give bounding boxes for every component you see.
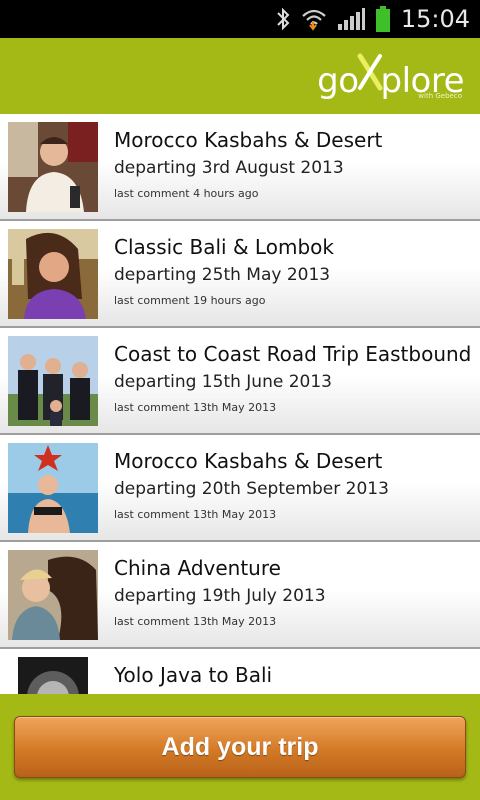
- footer-bar: Add your trip: [0, 694, 480, 800]
- trip-last-comment: last comment 19 hours ago: [114, 294, 266, 307]
- trip-thumbnail: [18, 657, 88, 694]
- trip-title: Yolo Java to Bali: [114, 663, 273, 687]
- app-logo: go plore with Gebeco: [317, 52, 465, 102]
- battery-icon: [375, 5, 391, 33]
- trip-last-comment: last comment 13th May 2013: [114, 401, 277, 414]
- status-bar: 15:04: [0, 0, 480, 38]
- logo-x-icon: [357, 52, 383, 92]
- trip-list-item[interactable]: Yolo Java to Bali: [0, 649, 480, 694]
- trip-thumbnail: [8, 443, 98, 533]
- trip-list-item[interactable]: Classic Bali & Lombok departing 25th May…: [0, 221, 480, 328]
- trip-title: China Adventure: [114, 556, 281, 580]
- status-time: 15:04: [400, 5, 470, 33]
- trip-departing: departing 25th May 2013: [114, 265, 331, 285]
- trip-departing: departing 3rd August 2013: [114, 158, 344, 178]
- trip-last-comment: last comment 13th May 2013: [114, 615, 277, 628]
- trip-list-item[interactable]: Morocco Kasbahs & Desert departing 20th …: [0, 435, 480, 542]
- trip-list-item[interactable]: Coast to Coast Road Trip Eastbound depar…: [0, 328, 480, 435]
- wifi-icon: [301, 7, 327, 31]
- trip-list-item[interactable]: Morocco Kasbahs & Desert departing 3rd A…: [0, 114, 480, 221]
- trip-thumbnail: [8, 122, 98, 212]
- logo-subtitle: with Gebeco: [418, 92, 462, 100]
- trip-last-comment: last comment 13th May 2013: [114, 508, 277, 521]
- trip-title: Morocco Kasbahs & Desert: [114, 449, 383, 473]
- trip-departing: departing 19th July 2013: [114, 586, 326, 606]
- bluetooth-icon: [275, 7, 291, 31]
- trip-departing: departing 15th June 2013: [114, 372, 332, 392]
- trip-title: Classic Bali & Lombok: [114, 235, 334, 259]
- trip-departing: departing 20th September 2013: [114, 479, 389, 499]
- trip-title: Coast to Coast Road Trip Eastbound: [114, 342, 472, 366]
- trip-title: Morocco Kasbahs & Desert: [114, 128, 383, 152]
- trip-thumbnail: [8, 336, 98, 426]
- trip-thumbnail: [8, 550, 98, 640]
- trip-list[interactable]: Morocco Kasbahs & Desert departing 3rd A…: [0, 114, 480, 694]
- trip-last-comment: last comment 4 hours ago: [114, 187, 259, 200]
- app-header: go plore with Gebeco: [0, 38, 480, 114]
- add-trip-button[interactable]: Add your trip: [14, 716, 466, 778]
- trip-list-item[interactable]: China Adventure departing 19th July 2013…: [0, 542, 480, 649]
- trip-thumbnail: [8, 229, 98, 319]
- signal-icon: [337, 7, 365, 31]
